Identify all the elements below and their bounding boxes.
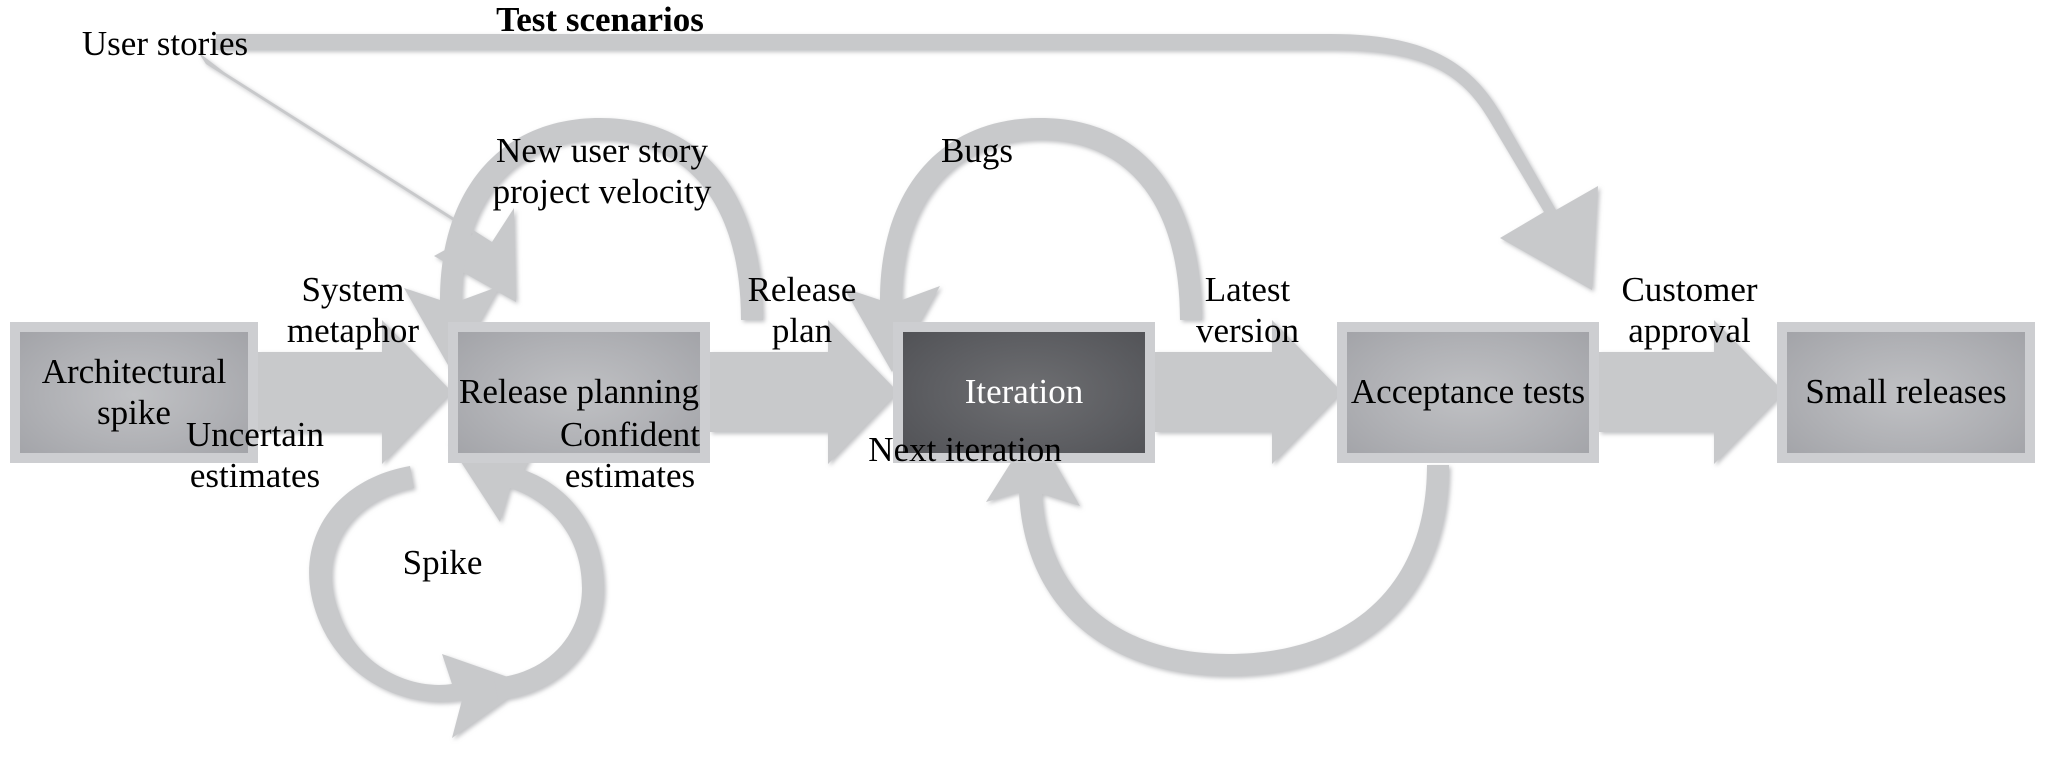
label-latest-version: Latest version bbox=[1195, 270, 1300, 350]
diagram-canvas: Architectural spike Release planning Ite… bbox=[0, 0, 2045, 764]
node-acceptance-tests-label: Acceptance tests bbox=[1347, 332, 1589, 453]
label-test-scenarios: Test scenarios bbox=[496, 0, 704, 39]
label-customer-approval: Customer approval bbox=[1621, 270, 1758, 350]
label-system-metaphor: System metaphor bbox=[286, 270, 420, 350]
label-bugs: Bugs bbox=[941, 131, 1013, 170]
label-user-stories: User stories bbox=[81, 24, 249, 63]
node-small-releases[interactable]: Small releases bbox=[1777, 322, 2035, 463]
label-new-user-story: New user story project velocity bbox=[492, 131, 712, 211]
label-uncertain-estimates: Uncertain estimates bbox=[186, 415, 324, 495]
node-small-releases-label: Small releases bbox=[1787, 332, 2025, 453]
node-acceptance-tests[interactable]: Acceptance tests bbox=[1337, 322, 1599, 463]
label-release-plan: Release plan bbox=[747, 270, 857, 350]
label-spike: Spike bbox=[402, 543, 483, 582]
label-next-iteration: Next iteration bbox=[868, 430, 1062, 469]
label-confident-estimates: Confident estimates bbox=[560, 415, 700, 495]
